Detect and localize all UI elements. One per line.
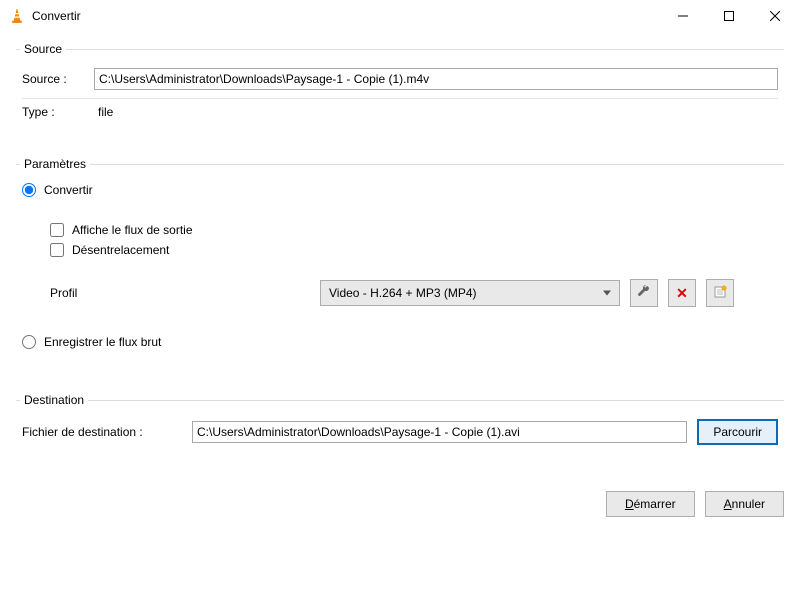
show-output-check-row[interactable]: Affiche le flux de sortie xyxy=(22,223,778,237)
convert-radio-label: Convertir xyxy=(44,183,93,197)
profile-select[interactable]: Video - H.264 + MP3 (MP4) xyxy=(320,280,620,306)
profile-select-value: Video - H.264 + MP3 (MP4) xyxy=(329,286,477,300)
deinterlace-checkbox[interactable] xyxy=(50,243,64,257)
destination-group: Destination Fichier de destination : Par… xyxy=(16,393,784,465)
source-label: Source : xyxy=(22,72,94,86)
destination-legend: Destination xyxy=(20,393,88,407)
browse-button[interactable]: Parcourir xyxy=(697,419,778,445)
type-value: file xyxy=(94,105,113,119)
destination-path-input[interactable] xyxy=(192,421,687,443)
show-output-label: Affiche le flux de sortie xyxy=(72,223,193,237)
type-label: Type : xyxy=(22,105,94,119)
convert-radio[interactable] xyxy=(22,183,36,197)
parameters-legend: Paramètres xyxy=(20,157,90,171)
profile-label: Profil xyxy=(50,286,320,300)
source-group: Source Source : Type : file xyxy=(16,42,784,139)
maximize-button[interactable] xyxy=(706,0,752,32)
new-profile-icon xyxy=(713,285,727,302)
delete-profile-button[interactable]: ✕ xyxy=(668,279,696,307)
edit-profile-button[interactable] xyxy=(630,279,658,307)
dialog-button-bar: Démarrer Annuler xyxy=(0,483,800,525)
raw-radio-row[interactable]: Enregistrer le flux brut xyxy=(22,335,778,349)
source-legend: Source xyxy=(20,42,66,56)
new-profile-button[interactable] xyxy=(706,279,734,307)
destination-label: Fichier de destination : xyxy=(22,425,192,439)
minimize-button[interactable] xyxy=(660,0,706,32)
titlebar: Convertir xyxy=(0,0,800,32)
convert-radio-row[interactable]: Convertir xyxy=(22,183,778,197)
delete-x-icon: ✕ xyxy=(676,285,688,302)
start-button[interactable]: Démarrer xyxy=(606,491,695,517)
cancel-button[interactable]: Annuler xyxy=(705,491,784,517)
parameters-group: Paramètres Convertir Affiche le flux de … xyxy=(16,157,784,375)
deinterlace-label: Désentrelacement xyxy=(72,243,169,257)
raw-radio[interactable] xyxy=(22,335,36,349)
deinterlace-check-row[interactable]: Désentrelacement xyxy=(22,243,778,257)
close-button[interactable] xyxy=(752,0,798,32)
wrench-icon xyxy=(637,285,651,302)
source-divider xyxy=(22,98,778,99)
raw-radio-label: Enregistrer le flux brut xyxy=(44,335,161,349)
source-path-input[interactable] xyxy=(94,68,778,90)
vlc-cone-icon xyxy=(8,7,26,25)
window-title: Convertir xyxy=(32,9,660,23)
show-output-checkbox[interactable] xyxy=(50,223,64,237)
